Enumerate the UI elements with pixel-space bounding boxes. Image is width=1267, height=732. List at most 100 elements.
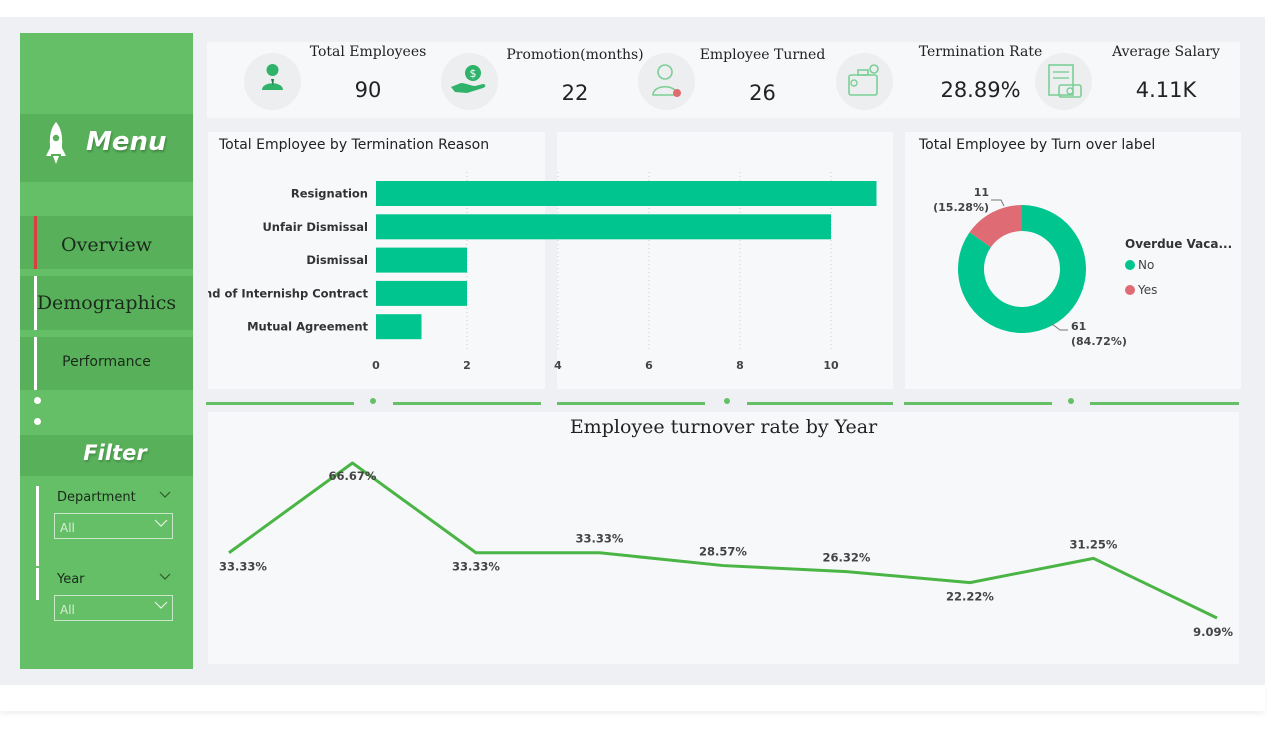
kpi-icon-bg [1035,53,1092,110]
data-label: 33.33% [576,532,624,546]
nav-item-label: Demographics [36,292,177,314]
x-tick-label: 6 [645,359,653,372]
category-label: End of Internishp Contract [208,286,368,300]
legend-title: Overdue Vaca... [1125,237,1232,251]
bar-chart-title: Total Employee by Termination Reason [219,137,490,153]
bar [376,314,422,340]
separator-line [1090,402,1239,405]
line-chart-title: Employee turnover rate by Year [569,416,878,438]
separator-dot [370,398,376,404]
salary-money-icon [1048,64,1082,98]
slice-label-pct: (84.72%) [1071,335,1127,348]
data-label: 9.09% [1193,625,1233,639]
legend-marker [1125,260,1135,270]
legend-marker [1125,285,1135,295]
data-label: 33.33% [452,560,500,574]
chevron-down-icon [154,601,168,609]
data-label: 28.57% [699,545,747,559]
year-select[interactable]: All [54,595,173,621]
money-hand-icon: $ [451,65,486,93]
x-tick-label: 2 [463,359,471,372]
bar [376,181,877,206]
kpi-label: Employee Turned [699,47,826,63]
data-label: 22.22% [946,590,994,604]
svg-text:$: $ [470,67,477,80]
category-label: Dismissal [306,253,368,267]
category-label: Resignation [291,187,368,201]
data-label: 66.67% [329,469,377,483]
legend-label: No [1138,258,1154,272]
x-tick-label: 4 [554,359,562,372]
chevron-down-icon [154,519,168,527]
kpi-value: 28.89% [940,78,1021,102]
nav-item-performance[interactable]: Performance [20,337,193,390]
department-select[interactable]: All [54,513,173,539]
page-footer-strip [0,685,1265,711]
kpi-icon-bg [244,53,301,110]
rocket-icon [46,122,66,164]
category-label: Unfair Dismissal [262,220,368,234]
department-value: All [60,521,75,535]
active-indicator [34,216,37,269]
separator-line [393,402,541,405]
slice-label-pct: (15.28%) [933,201,989,214]
nav-item-overview[interactable]: Overview [20,216,193,269]
donut-chart-title: Total Employee by Turn over label [919,137,1156,153]
nav-item-label: Performance [62,354,151,370]
turnover-label-donut-chart: 11 (15.28%) 61 (84.72%) Overdue Vaca... No Yes [933,186,1232,348]
department-label: Department [57,490,136,505]
filter-divider [36,486,39,566]
turnover-rate-line-chart: 33.33% 66.67% 33.33% 33.33% 28.57% 26.32% 22.2… [219,461,1233,639]
data-label: 31.25% [1070,537,1118,551]
kpi-label: Average Salary [1112,44,1220,60]
year-value: All [60,603,75,617]
nav-indicator [34,276,37,330]
bar [376,280,467,306]
kpi-icon-bg: $ [441,53,498,110]
separator-line [206,402,354,405]
person-icon [262,64,283,90]
nav-item-demographics[interactable]: Demographics [20,276,193,330]
kpi-value: 4.11K [1135,78,1197,102]
x-tick-label: 8 [736,359,744,372]
year-label: Year [57,572,85,587]
separator-line [747,402,893,405]
chevron-down-icon[interactable] [159,573,171,581]
nav-item-label: Overview [61,234,152,256]
kpi-icon-bg [638,53,695,110]
data-label: 33.33% [219,560,267,574]
sidebar: Menu Overview Demographics Performance F… [20,33,193,669]
nav-dot [34,418,41,425]
separator-line [904,402,1052,405]
kpi-label: Termination Rate [918,44,1043,60]
separator-dot [724,398,730,404]
separator-dot [1068,398,1074,404]
leader-line [1051,323,1068,331]
kpi-label: Total Employees [309,44,427,60]
kpi-value: 22 [561,81,589,105]
separator-line [557,402,705,405]
slice-label-count: 11 [974,186,989,199]
kpi-value: 90 [354,78,382,102]
nav-dot [34,397,41,404]
leader-line [991,199,1005,207]
x-tick-label: 10 [823,359,839,372]
filter-title: Filter [83,441,147,465]
bar [376,214,831,240]
kpi-label: Promotion(months) [506,47,644,63]
nav-indicator [34,337,37,390]
chevron-down-icon[interactable] [159,491,171,499]
kpi-icon-bg [836,53,893,110]
menu-title: Menu [86,127,167,157]
slice-label-count: 61 [1071,320,1086,333]
termination-reason-bar-chart: 0 2 4 6 8 10 Resignation Unfair Dismissal Dismis… [208,172,877,372]
bar [376,247,467,273]
employee-badge-icon [652,64,681,97]
kpi-value: 26 [749,81,776,105]
data-label: 26.32% [823,551,871,565]
x-tick-label: 0 [372,359,380,372]
legend-label: Yes [1137,283,1157,297]
briefcase-people-icon [848,64,879,96]
category-label: Mutual Agreement [247,320,368,334]
filter-divider [36,568,39,600]
